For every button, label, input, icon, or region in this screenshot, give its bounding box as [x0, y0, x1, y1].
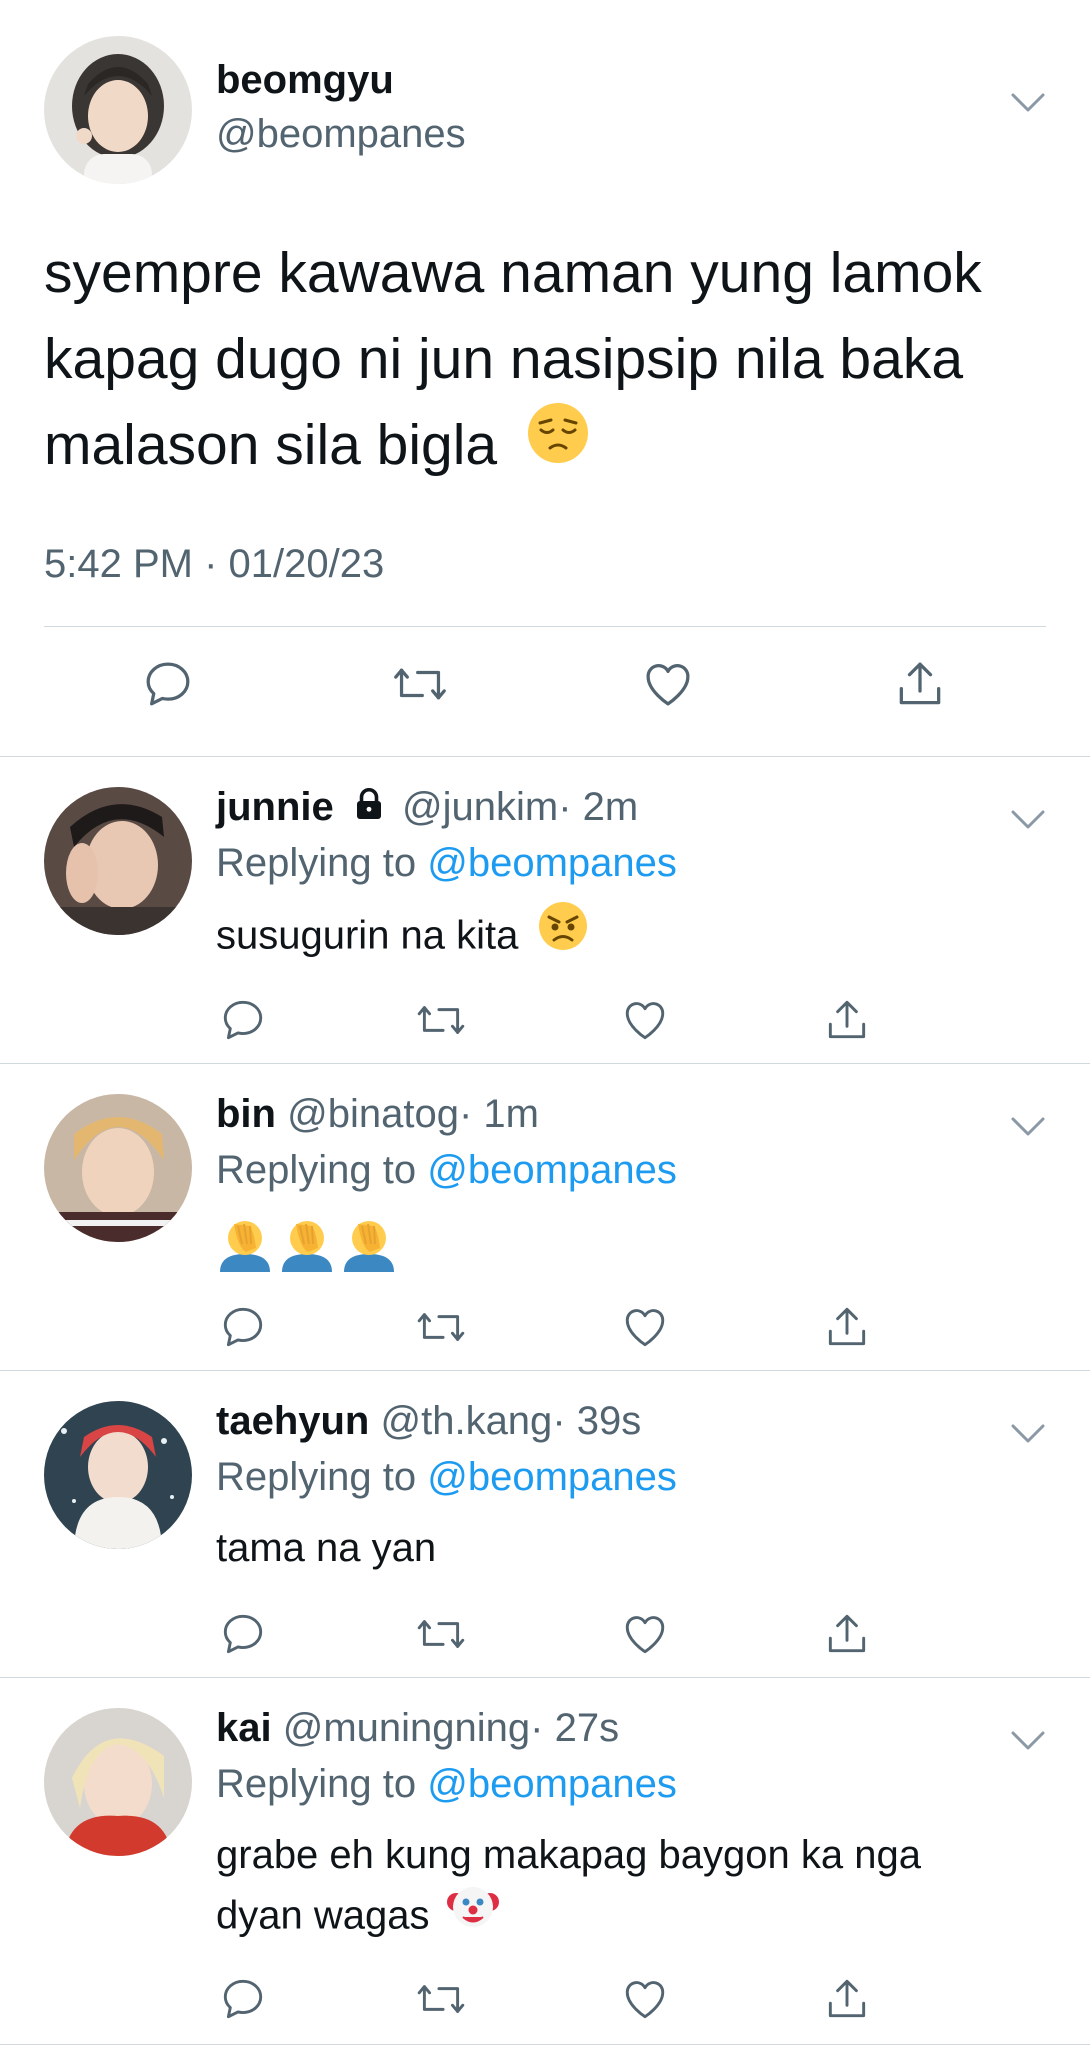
replying-to: Replying to @beompanes — [216, 1762, 677, 1807]
tweet-text-line: syempre kawawa naman yung lamok — [44, 241, 982, 305]
display-name[interactable]: bin — [216, 1092, 276, 1136]
avatar[interactable] — [44, 1708, 192, 1856]
tweet-text-line: malason sila bigla — [44, 402, 1054, 492]
replying-to-label: Replying to — [216, 1455, 417, 1499]
display-name[interactable]: junnie — [216, 785, 334, 829]
avatar[interactable] — [44, 1094, 192, 1242]
tweet-text-line: kapag dugo ni jun nasipsip nila baka — [44, 327, 964, 391]
tweet-text-segment: malason sila bigla — [44, 413, 498, 477]
retweet-icon[interactable] — [414, 995, 468, 1050]
reply-actions — [0, 995, 1090, 1055]
replying-to-label: Replying to — [216, 1148, 417, 1192]
tweet-thread: beomgyu @beompanes syempre kawawa naman … — [0, 0, 1090, 2048]
reply-icon[interactable] — [218, 1302, 268, 1357]
retweet-icon[interactable] — [414, 1302, 468, 1357]
heart-icon[interactable] — [620, 995, 670, 1050]
reply-text — [216, 1214, 1036, 1288]
replying-to: Replying to @beompanes — [216, 1148, 677, 1193]
pensive-face-emoji — [527, 402, 589, 488]
heart-icon[interactable] — [640, 656, 696, 717]
facepalm-emoji — [340, 1214, 398, 1288]
reply-text: grabe eh kung makapag baygon ka nga dyan… — [216, 1826, 1036, 1952]
mention-link[interactable]: @beompanes — [427, 841, 677, 885]
reply-text: tama na yan — [216, 1519, 1036, 1577]
share-icon[interactable] — [822, 1974, 872, 2029]
avatar[interactable] — [44, 1401, 192, 1549]
display-name[interactable]: taehyun — [216, 1399, 369, 1443]
reply-time: · 2m — [558, 785, 639, 829]
chevron-down-icon[interactable] — [1010, 1730, 1046, 1757]
reply-text-line: dyan wagas — [216, 1884, 1036, 1952]
chevron-down-icon[interactable] — [1010, 809, 1046, 836]
heart-icon[interactable] — [620, 1302, 670, 1357]
share-icon[interactable] — [822, 995, 872, 1050]
avatar[interactable] — [44, 36, 192, 184]
user-handle[interactable]: @binatog — [287, 1092, 459, 1136]
mention-link[interactable]: @beompanes — [427, 1455, 677, 1499]
reply-header: bin @binatog· 1m — [216, 1092, 539, 1137]
reply-time: · 39s — [552, 1399, 642, 1443]
tweet-text: syempre kawawa naman yung lamok kapag du… — [44, 230, 1054, 492]
reply-header: kai @muningning· 27s — [216, 1706, 619, 1751]
reply-actions — [0, 1302, 1090, 1362]
reply-tweet[interactable]: bin @binatog· 1m Replying to @beompanes — [0, 1064, 1090, 1371]
reply-text-segment: susugurin na kita — [216, 913, 519, 958]
reply-header: junnie @junkim· 2m — [216, 785, 638, 832]
heart-icon[interactable] — [620, 1609, 670, 1664]
reply-actions — [0, 1974, 1090, 2034]
user-handle[interactable]: @junkim — [402, 785, 558, 829]
replying-to: Replying to @beompanes — [216, 841, 677, 886]
chevron-down-icon[interactable] — [1010, 92, 1046, 119]
tweet-timestamp[interactable]: 5:42 PM · 01/20/23 — [44, 542, 384, 587]
share-icon[interactable] — [822, 1302, 872, 1357]
angry-face-emoji — [538, 901, 588, 967]
reply-text-segment: dyan wagas — [216, 1893, 430, 1938]
chevron-down-icon[interactable] — [1010, 1116, 1046, 1143]
reply-tweet[interactable]: kai @muningning· 27s Replying to @beompa… — [0, 1678, 1090, 2045]
lock-icon — [351, 786, 387, 832]
retweet-icon[interactable] — [414, 1974, 468, 2029]
clown-face-emoji — [446, 1880, 499, 1948]
divider — [44, 626, 1046, 627]
retweet-icon[interactable] — [414, 1609, 468, 1664]
reply-time: · 1m — [458, 1092, 539, 1136]
replying-to-label: Replying to — [216, 841, 417, 885]
reply-text: susugurin na kita — [216, 902, 1036, 971]
user-handle[interactable]: @th.kang — [380, 1399, 552, 1443]
user-handle[interactable]: @beompanes — [216, 112, 466, 157]
reply-time: · 27s — [530, 1706, 620, 1750]
reply-actions — [0, 1609, 1090, 1669]
share-icon[interactable] — [892, 656, 948, 717]
reply-icon[interactable] — [218, 1609, 268, 1664]
share-icon[interactable] — [822, 1609, 872, 1664]
reply-text-line: grabe eh kung makapag baygon ka nga — [216, 1833, 921, 1877]
reply-icon[interactable] — [218, 995, 268, 1050]
reply-text-segment: tama na yan — [216, 1526, 437, 1570]
display-name[interactable]: kai — [216, 1706, 272, 1750]
reply-tweet[interactable]: taehyun @th.kang· 39s Replying to @beomp… — [0, 1371, 1090, 1678]
retweet-icon[interactable] — [390, 656, 450, 717]
facepalm-emoji — [278, 1214, 336, 1288]
display-name[interactable]: beomgyu — [216, 58, 394, 103]
mention-link[interactable]: @beompanes — [427, 1148, 677, 1192]
replying-to: Replying to @beompanes — [216, 1455, 677, 1500]
replying-to-label: Replying to — [216, 1762, 417, 1806]
avatar[interactable] — [44, 787, 192, 935]
user-handle[interactable]: @muningning — [283, 1706, 530, 1750]
reply-icon[interactable] — [218, 1974, 268, 2029]
reply-tweet[interactable]: junnie @junkim· 2m Replying to @beompane… — [0, 757, 1090, 1064]
chevron-down-icon[interactable] — [1010, 1423, 1046, 1450]
facepalm-emoji — [216, 1214, 274, 1288]
reply-icon[interactable] — [140, 656, 196, 717]
tweet-actions — [0, 656, 1090, 726]
reply-header: taehyun @th.kang· 39s — [216, 1399, 641, 1444]
mention-link[interactable]: @beompanes — [427, 1762, 677, 1806]
main-tweet: beomgyu @beompanes syempre kawawa naman … — [0, 0, 1090, 757]
heart-icon[interactable] — [620, 1974, 670, 2029]
